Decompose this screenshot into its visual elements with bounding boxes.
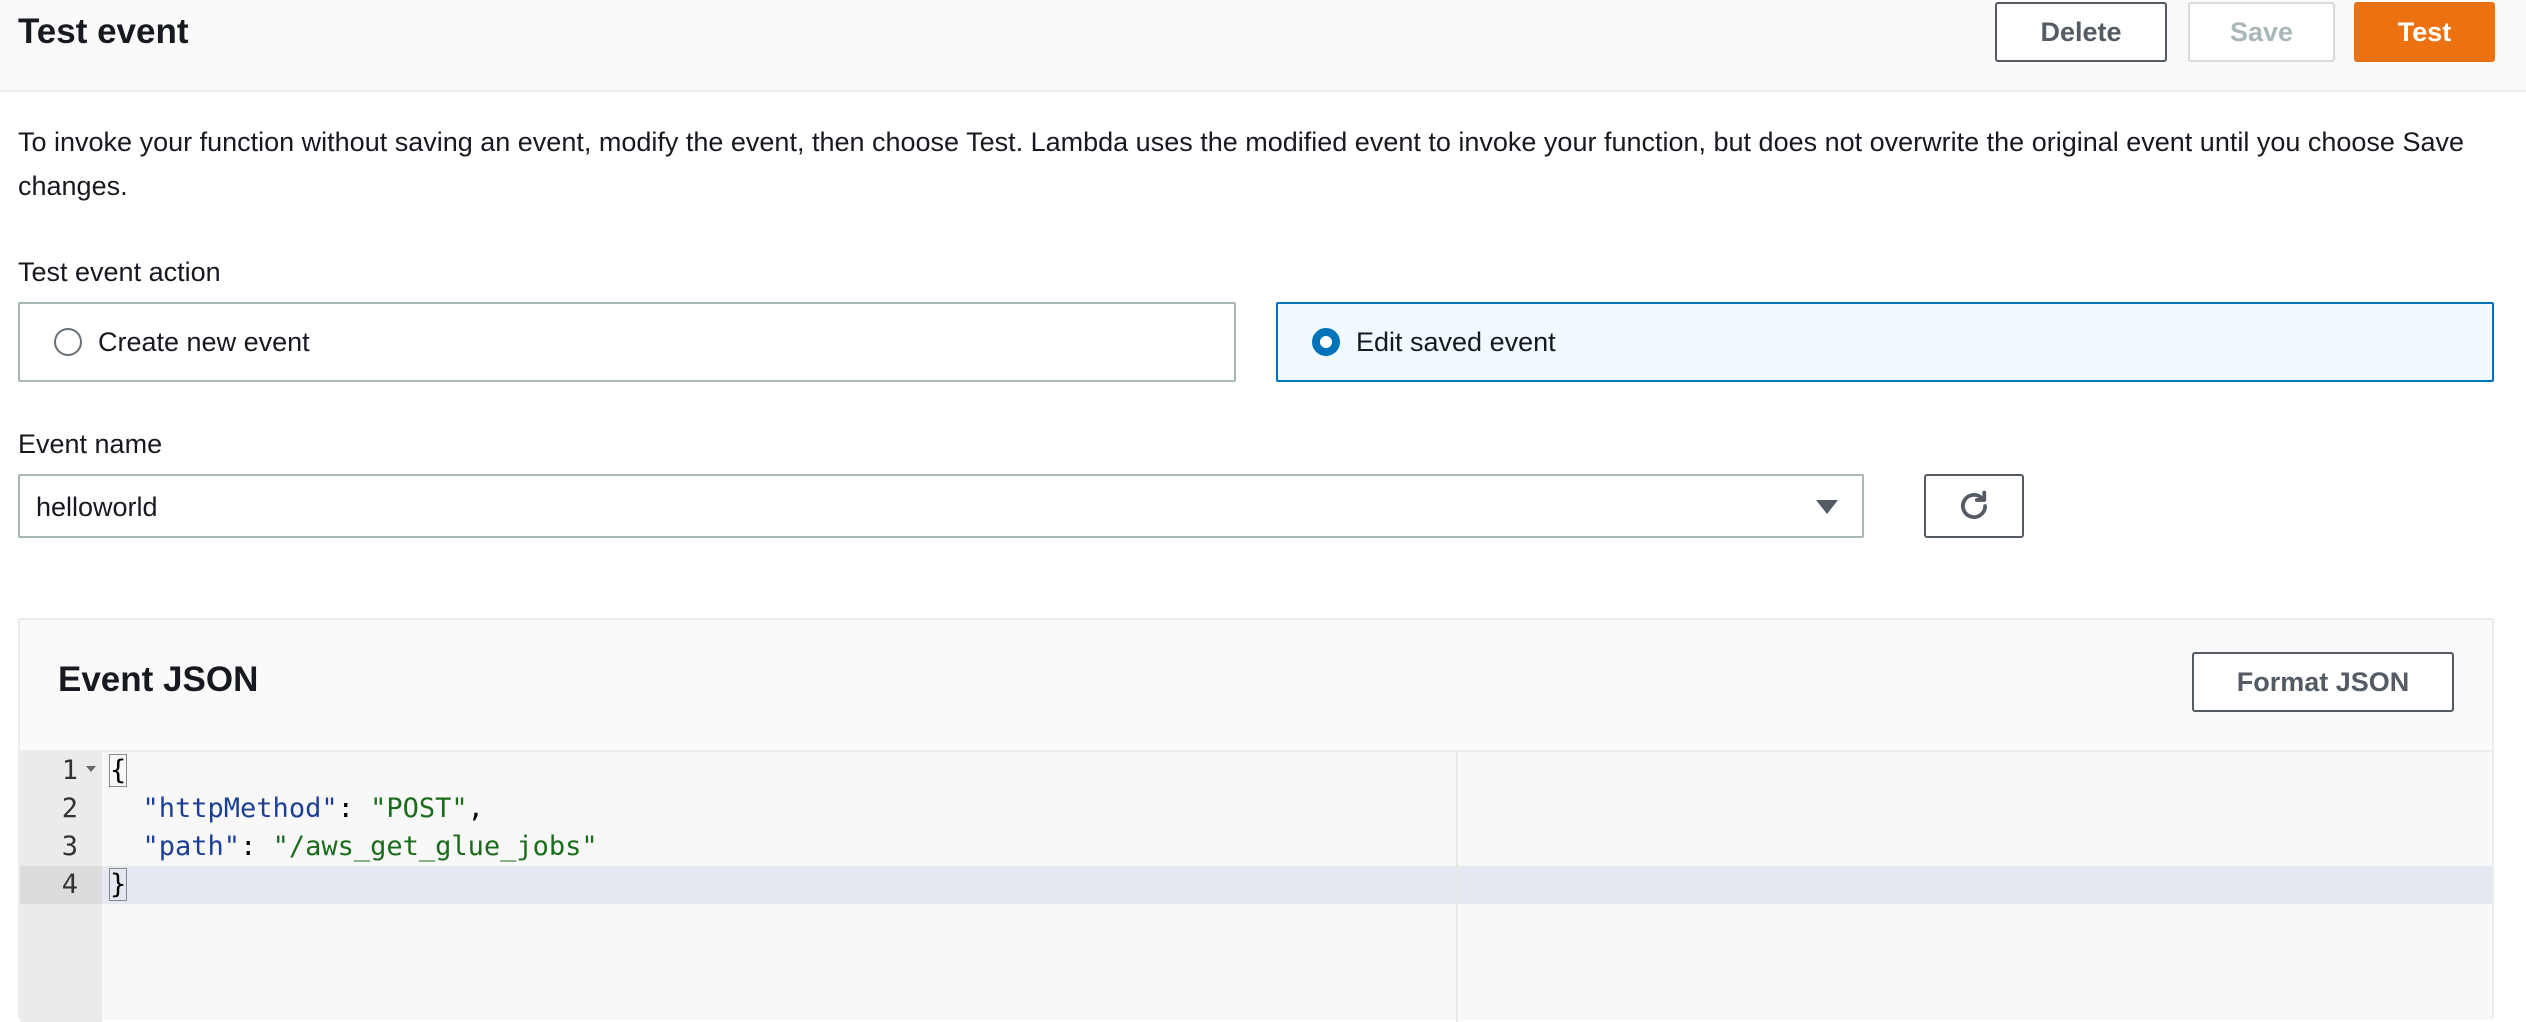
event-name-value: helloworld (36, 492, 158, 522)
fold-arrow-icon[interactable] (86, 766, 96, 772)
description-text: To invoke your function without saving a… (18, 127, 2464, 201)
json-value: "POST" (370, 793, 468, 824)
edit-saved-event-label: Edit saved event (1356, 327, 1556, 357)
code-text: { (108, 752, 128, 790)
json-value: "/aws_get_glue_jobs" (272, 831, 598, 862)
code-line-4[interactable]: 4 } (20, 866, 2492, 904)
delete-button[interactable]: Delete (1995, 2, 2167, 62)
json-separator: : (240, 831, 273, 862)
line-number: 1 (61, 755, 78, 786)
json-separator: : (337, 793, 371, 824)
json-code-editor[interactable]: 1 { 2 "httpMethod": "POST", 3 "path": "/… (20, 750, 2492, 1022)
event-json-title: Event JSON (58, 660, 259, 699)
edit-saved-event-option[interactable]: Edit saved event (1276, 302, 2494, 382)
refresh-button[interactable] (1924, 474, 2024, 538)
format-json-button[interactable]: Format JSON (2192, 652, 2454, 712)
radio-unchecked-icon[interactable] (54, 328, 82, 356)
open-brace: { (108, 754, 128, 787)
line-number: 3 (61, 831, 78, 862)
line-number: 2 (61, 793, 78, 824)
save-button[interactable]: Save (2188, 2, 2335, 62)
create-new-event-label: Create new event (98, 327, 310, 357)
caret-down-icon (1816, 500, 1838, 514)
code-text: "path": "/aws_get_glue_jobs" (110, 828, 598, 866)
code-text: "httpMethod": "POST", (110, 790, 484, 828)
test-button[interactable]: Test (2354, 2, 2495, 62)
json-key: "path" (142, 831, 241, 862)
code-text: } (108, 866, 128, 904)
event-name-select[interactable]: helloworld (18, 474, 1864, 538)
line-number: 4 (61, 869, 78, 900)
code-line-1[interactable]: 1 { (20, 752, 2492, 790)
close-brace: } (108, 868, 128, 901)
event-json-panel: Event JSON Format JSON 1 { 2 "httpMethod… (18, 618, 2494, 1022)
refresh-icon (1961, 490, 1987, 519)
code-line-3[interactable]: 3 "path": "/aws_get_glue_jobs" (20, 828, 2492, 866)
json-comma: , (467, 793, 484, 824)
create-new-event-option[interactable]: Create new event (18, 302, 1236, 382)
page-title: Test event (18, 12, 189, 51)
test-event-header: Test event Delete Save Test (0, 0, 2526, 92)
radio-checked-icon[interactable] (1312, 328, 1340, 356)
event-name-label: Event name (18, 429, 163, 459)
json-key: "httpMethod" (142, 793, 338, 824)
test-event-action-label: Test event action (18, 257, 221, 287)
code-line-2[interactable]: 2 "httpMethod": "POST", (20, 790, 2492, 828)
